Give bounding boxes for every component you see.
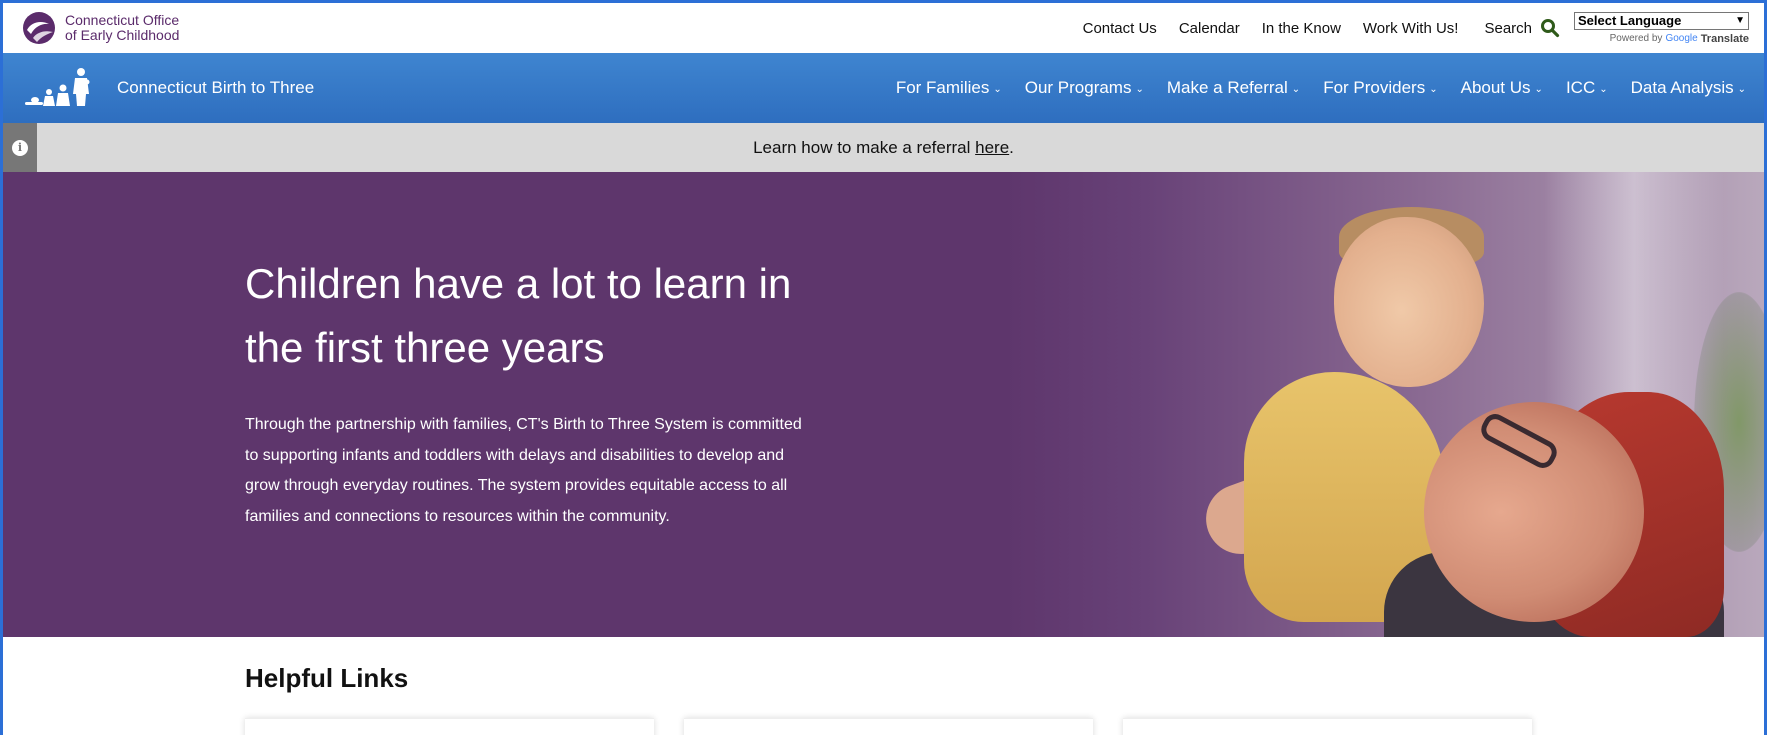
menu-label: Our Programs — [1024, 78, 1132, 97]
chevron-down-icon: ▼ — [1735, 15, 1745, 26]
helpful-links-cards — [245, 718, 1764, 735]
google-translate: Select Language ▼ Powered by Google Tran… — [1574, 11, 1749, 45]
helpful-link-card[interactable] — [245, 718, 654, 735]
language-select[interactable]: Select Language ▼ — [1574, 11, 1749, 30]
translate-link[interactable]: Translate — [1701, 33, 1749, 45]
hero-title-line1: Children have a lot to learn in — [245, 260, 792, 307]
google-logo-text: Google — [1665, 33, 1698, 44]
chevron-down-icon: ⌄ — [1599, 83, 1608, 95]
chevron-down-icon: ⌄ — [1534, 83, 1543, 95]
calendar-link[interactable]: Calendar — [1179, 20, 1240, 37]
chevron-down-icon: ⌄ — [1429, 83, 1438, 95]
menu-make-a-referral[interactable]: Make a Referral ⌄ — [1167, 78, 1300, 98]
menu-label: Data Analysis — [1630, 78, 1734, 97]
oec-logo-text: Connecticut Office of Early Childhood — [65, 13, 179, 43]
menu-data-analysis[interactable]: Data Analysis ⌄ — [1631, 78, 1746, 98]
family-logo-icon — [25, 68, 90, 106]
oec-logo-icon — [23, 12, 55, 44]
in-the-know-link[interactable]: In the Know — [1262, 20, 1341, 37]
menu-about-us[interactable]: About Us ⌄ — [1461, 78, 1543, 98]
chevron-down-icon: ⌄ — [1291, 83, 1301, 95]
menu-label: Make a Referral — [1166, 78, 1288, 97]
hero-description: Through the partnership with families, C… — [245, 416, 802, 525]
hero-content: Children have a lot to learn in the firs… — [245, 252, 805, 532]
powered-by-google: Powered by Google Translate — [1610, 33, 1749, 45]
photo-child-head — [1334, 217, 1484, 387]
browser-frame: Connecticut Office of Early Childhood Co… — [0, 0, 1767, 735]
oec-logo-line1: Connecticut Office — [65, 12, 180, 28]
helpful-links-title: Helpful Links — [245, 663, 409, 693]
hero-title-line2: the first three years — [245, 324, 605, 371]
utility-nav: Contact Us Calendar In the Know Work Wit… — [1061, 3, 1749, 53]
hero-banner: Children have a lot to learn in the firs… — [3, 172, 1764, 637]
contact-us-link[interactable]: Contact Us — [1083, 20, 1157, 37]
helpful-link-card[interactable] — [1123, 718, 1532, 735]
language-select-value: Select Language — [1578, 13, 1682, 28]
helpful-link-card[interactable] — [684, 718, 1093, 735]
alert-suffix: . — [1009, 137, 1014, 157]
utility-bar: Connecticut Office of Early Childhood Co… — [3, 3, 1764, 53]
referral-here-link[interactable]: here — [975, 138, 1009, 157]
main-menu: For Families ⌄ Our Programs ⌄ Make a Refer… — [873, 78, 1746, 98]
search-icon — [1541, 19, 1560, 38]
chevron-down-icon: ⌄ — [1737, 83, 1746, 95]
alert-text: Learn how to make a referral — [753, 137, 976, 157]
work-with-us-link[interactable]: Work With Us! — [1363, 20, 1459, 37]
menu-label: For Families — [895, 78, 990, 97]
menu-label: For Providers — [1323, 78, 1426, 97]
chevron-down-icon: ⌄ — [1135, 83, 1144, 95]
menu-label: About Us — [1460, 78, 1531, 97]
alert-banner: i Learn how to make a referral here. — [3, 123, 1764, 172]
powered-by-text: Powered by — [1609, 33, 1663, 44]
brand-name: Connecticut Birth to Three — [117, 78, 315, 97]
hero-title: Children have a lot to learn in the firs… — [245, 252, 805, 380]
menu-for-families[interactable]: For Families ⌄ — [896, 78, 1002, 98]
main-nav: Connecticut Birth to Three For Families ⌄… — [3, 53, 1764, 123]
info-icon: i — [12, 139, 28, 156]
alert-icon-box: i — [3, 123, 37, 172]
helpful-links-section: Helpful Links — [3, 637, 1764, 735]
search-button[interactable]: Search — [1484, 18, 1560, 38]
menu-icc[interactable]: ICC ⌄ — [1566, 78, 1608, 98]
oec-logo[interactable]: Connecticut Office of Early Childhood — [21, 10, 179, 46]
menu-label: ICC — [1565, 78, 1596, 97]
oec-logo-line2: of Early Childhood — [65, 27, 180, 43]
menu-our-programs[interactable]: Our Programs ⌄ — [1025, 78, 1144, 98]
chevron-down-icon: ⌄ — [993, 83, 1002, 95]
alert-message: Learn how to make a referral here. — [37, 138, 1764, 158]
hero-photo-mother-and-child — [1004, 172, 1764, 637]
search-label: Search — [1484, 19, 1532, 37]
menu-for-providers[interactable]: For Providers ⌄ — [1323, 78, 1437, 98]
birth-to-three-brand[interactable]: Connecticut Birth to Three — [23, 66, 314, 110]
